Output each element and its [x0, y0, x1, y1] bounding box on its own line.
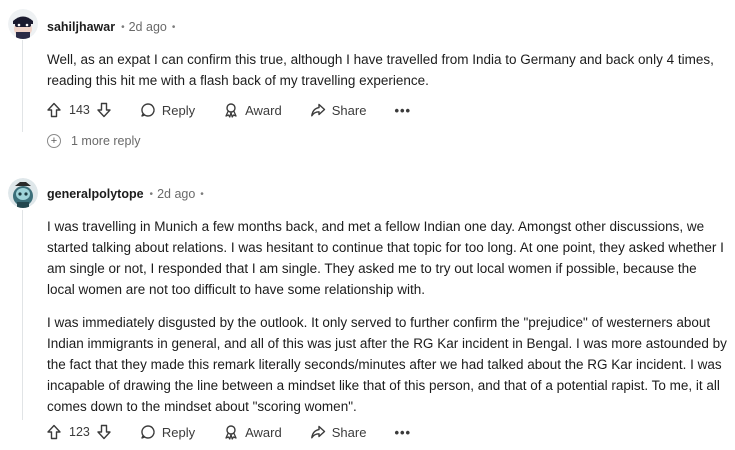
author-name[interactable]: generalpolytope	[47, 187, 144, 201]
expand-plus-icon: +	[47, 134, 61, 148]
reply-button[interactable]: Reply	[140, 102, 195, 118]
award-label: Award	[245, 102, 282, 118]
meta-separator: •	[149, 188, 154, 200]
reply-bubble-icon	[141, 103, 155, 117]
downvote-button[interactable]	[96, 424, 112, 440]
vote-count: 143	[69, 103, 90, 117]
more-replies-link[interactable]: + 1 more reply	[47, 134, 140, 148]
meta-separator: •	[121, 21, 125, 33]
comment-paragraph: Well, as an expat I can confirm this tru…	[47, 52, 714, 88]
share-label: Share	[331, 424, 367, 440]
author-name[interactable]: sahiljhawar	[47, 20, 115, 34]
vote-group: 143	[46, 102, 112, 118]
thread-line	[22, 40, 23, 132]
avatar[interactable]	[8, 178, 38, 208]
reply-bubble-icon	[141, 425, 155, 439]
avatar[interactable]	[8, 9, 38, 39]
comment-meta: generalpolytope • 2d ago •	[47, 187, 204, 201]
share-button[interactable]: Share	[310, 102, 367, 118]
comment-body: Well, as an expat I can confirm this tru…	[47, 49, 727, 91]
award-button[interactable]: Award	[223, 424, 282, 440]
comment-meta: sahiljhawar • 2d ago •	[47, 20, 175, 34]
thread-line	[22, 210, 23, 420]
more-options-button[interactable]: •••	[394, 425, 411, 440]
reply-label: Reply	[161, 102, 196, 118]
award-icon	[225, 103, 237, 118]
downvote-arrow-icon	[97, 424, 111, 440]
comment-paragraph: I was travelling in Munich a few months …	[47, 219, 724, 297]
timestamp[interactable]: 2d ago	[157, 187, 195, 201]
award-label: Award	[245, 424, 282, 440]
upvote-arrow-icon	[47, 424, 61, 440]
share-button[interactable]: Share	[310, 424, 367, 440]
upvote-button[interactable]	[46, 102, 62, 118]
vote-group: 123	[46, 424, 112, 440]
meta-dot: •	[200, 188, 204, 200]
downvote-arrow-icon	[97, 102, 111, 118]
award-icon	[225, 425, 237, 440]
downvote-button[interactable]	[96, 102, 112, 118]
vote-count: 123	[69, 425, 90, 439]
award-button[interactable]: Award	[223, 102, 282, 118]
meta-dot: •	[171, 21, 176, 33]
upvote-arrow-icon	[47, 102, 61, 118]
reply-button[interactable]: Reply	[140, 424, 195, 440]
action-bar: 123 Reply Award Share •••	[46, 420, 411, 444]
avatar-snoo-icon	[8, 9, 38, 39]
timestamp[interactable]: 2d ago	[129, 20, 167, 34]
more-replies-label: 1 more reply	[71, 134, 141, 148]
reply-label: Reply	[161, 424, 196, 440]
share-arrow-icon	[310, 103, 325, 117]
share-label: Share	[331, 102, 367, 118]
upvote-button[interactable]	[46, 424, 62, 440]
more-options-button[interactable]: •••	[394, 103, 411, 118]
more-options-icon: •••	[394, 102, 412, 118]
more-options-icon: •••	[394, 424, 412, 440]
comment-paragraph: I was immediately disgusted by the outlo…	[47, 315, 727, 414]
comment-body: I was travelling in Munich a few months …	[47, 216, 727, 417]
action-bar: 143 Reply Award Share •••	[46, 98, 411, 122]
avatar-snoo-icon	[8, 178, 38, 208]
share-arrow-icon	[310, 425, 325, 439]
